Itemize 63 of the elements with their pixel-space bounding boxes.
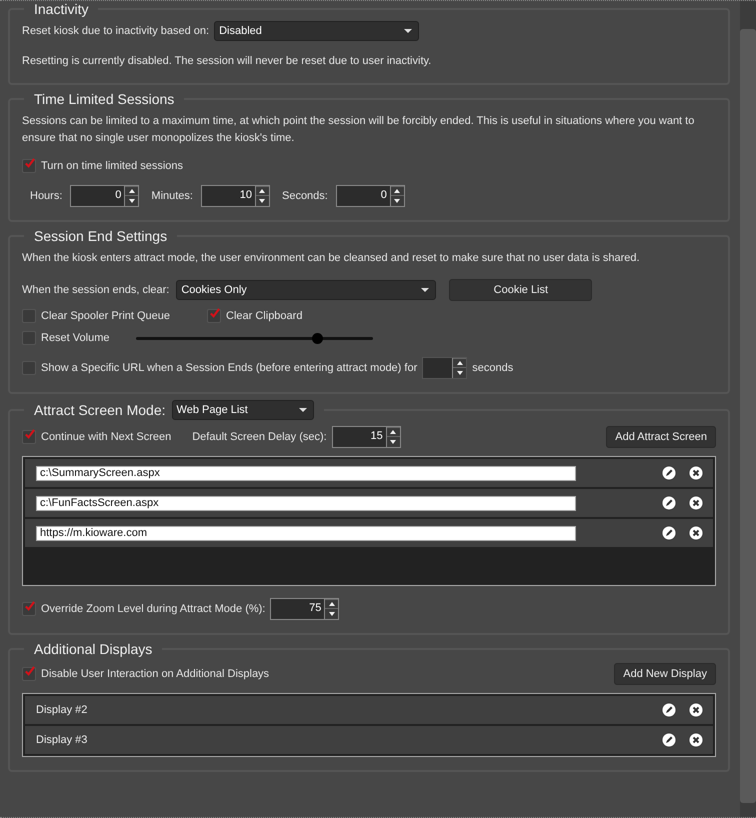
- list-row[interactable]: c:\FunFactsScreen.aspx: [25, 489, 713, 517]
- checkbox-label: Override Zoom Level during Attract Mode (%):: [41, 603, 266, 615]
- edit-icon[interactable]: [662, 466, 676, 480]
- url-field[interactable]: c:\SummaryScreen.aspx: [36, 466, 576, 480]
- checkbox[interactable]: [22, 159, 36, 173]
- unit-label: seconds: [472, 362, 514, 374]
- number-spinner[interactable]: [422, 357, 468, 379]
- description-text: When the kiosk enters attract mode, the user environment can be cleansed and reset to make sure that no user data is shared.: [22, 251, 641, 266]
- close-icon[interactable]: [689, 733, 703, 747]
- close-icon[interactable]: [689, 496, 703, 510]
- inactivity-dropdown[interactable]: Disabled: [214, 21, 420, 41]
- checkbox[interactable]: [22, 667, 36, 681]
- edit-icon[interactable]: [662, 526, 676, 540]
- checkbox[interactable]: [22, 331, 36, 345]
- scrollbar[interactable]: [740, 1, 756, 817]
- group-title: Attract Screen Mode:: [34, 402, 166, 418]
- spinner-label: Hours:: [30, 190, 62, 202]
- checkbox-label: Show a Specific URL when a Session Ends (before entering attract mode) for: [41, 362, 418, 374]
- checkbox-label: Clear Clipboard: [226, 310, 302, 322]
- number-spinner[interactable]: 15: [332, 426, 401, 448]
- checkbox[interactable]: [207, 309, 222, 323]
- checkbox-label: Disable User Interaction on Additional Displays: [41, 668, 270, 680]
- field-label: When the session ends, clear:: [22, 284, 170, 296]
- url-field[interactable]: c:\FunFactsScreen.aspx: [36, 496, 576, 510]
- clear-dropdown[interactable]: Cookies Only: [176, 280, 436, 300]
- status-note: Resetting is currently disabled. The session will never be reset due to user inactivity.: [22, 54, 432, 69]
- field-label: Reset kiosk due to inactivity based on:: [22, 25, 210, 37]
- number-spinner[interactable]: 75: [270, 598, 340, 620]
- checkbox-label: Reset Volume: [41, 332, 110, 344]
- add-attract-screen-button[interactable]: Add Attract Screen: [606, 426, 716, 448]
- url-field[interactable]: https://m.kioware.com: [36, 526, 576, 540]
- description-text: Sessions can be limited to a maximum time, at which point the session will be forcibly ended. This is useful in situations where you want to ensure that no single user monopolizes the kiosk's time.: [22, 114, 696, 146]
- checkbox-label: Turn on time limited sessions: [41, 160, 184, 172]
- field-label: Default Screen Delay (sec):: [192, 431, 327, 443]
- group-title: Inactivity: [33, 1, 90, 17]
- checkbox[interactable]: [22, 309, 36, 323]
- checkbox[interactable]: [22, 602, 36, 616]
- slider-thumb[interactable]: [312, 332, 323, 344]
- mode-dropdown[interactable]: Web Page List: [172, 400, 314, 420]
- close-icon[interactable]: [689, 703, 703, 717]
- checkbox-label: Clear Spooler Print Queue: [41, 310, 170, 322]
- checkbox[interactable]: [22, 430, 36, 444]
- list-row[interactable]: c:\SummaryScreen.aspx: [25, 459, 713, 487]
- edit-icon[interactable]: [662, 496, 676, 510]
- list-row[interactable]: https://m.kioware.com: [25, 519, 713, 547]
- add-display-button[interactable]: Add New Display: [614, 663, 716, 685]
- display-name[interactable]: Display #2: [36, 704, 88, 716]
- edit-icon[interactable]: [662, 703, 676, 717]
- group-title: Additional Displays: [33, 641, 154, 657]
- close-icon[interactable]: [689, 466, 703, 480]
- number-spinner[interactable]: 0: [336, 185, 405, 207]
- checkbox[interactable]: [22, 361, 36, 375]
- group-title: Session End Settings: [33, 228, 168, 244]
- close-icon[interactable]: [689, 526, 703, 540]
- number-spinner[interactable]: 10: [200, 185, 270, 207]
- group-title: Time Limited Sessions: [33, 91, 176, 107]
- display-name[interactable]: Display #3: [36, 734, 88, 746]
- checkbox-label: Continue with Next Screen: [41, 431, 172, 443]
- number-spinner[interactable]: 0: [70, 185, 140, 207]
- cookie-list-button[interactable]: Cookie List: [449, 279, 592, 301]
- edit-icon[interactable]: [662, 733, 676, 747]
- spinner-label: Minutes:: [151, 190, 193, 202]
- spinner-label: Seconds:: [282, 190, 328, 202]
